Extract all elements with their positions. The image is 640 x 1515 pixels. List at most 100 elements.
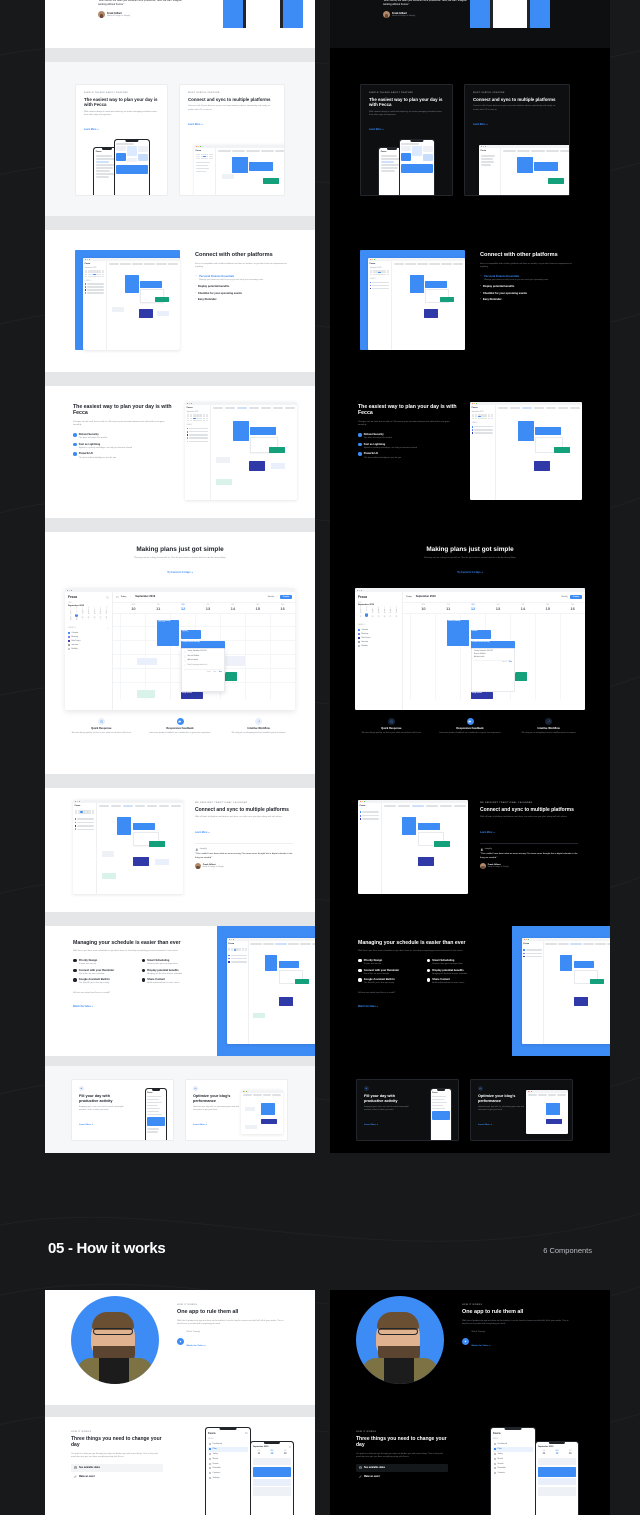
section-divider — [330, 48, 610, 62]
label-item[interactable]: Meetings — [68, 636, 109, 639]
view-selector[interactable]: Weekly — [561, 596, 568, 598]
today-button[interactable]: Today — [121, 596, 127, 598]
create-button[interactable]: Create — [569, 594, 582, 600]
chevron-right-icon: › — [195, 284, 196, 288]
accordion-item[interactable]: › Checklist for your upcoming events — [195, 291, 291, 295]
calendar-icon[interactable] — [245, 1432, 248, 1435]
trial-cta-link[interactable]: Try Fecca for 14 days ➜ — [457, 572, 483, 574]
menu-icon[interactable] — [106, 596, 109, 599]
feature-card[interactable]: Optimize your blog's performance Optimiz… — [185, 1079, 288, 1141]
flow-icon — [255, 718, 263, 725]
feature-card[interactable]: Most Useful Feature Connect and sync to … — [464, 84, 570, 196]
accordion-item[interactable]: ⌄ Personal Finance Essentials Manage you… — [480, 274, 576, 282]
check-icon — [426, 978, 431, 982]
flow-icon — [545, 718, 553, 725]
calendar-app[interactable]: Fecca 2019 September 2019 SMTWTFS 123456… — [355, 588, 585, 710]
learn-more-link[interactable]: Learn More ➜ — [188, 124, 203, 126]
make-event-button[interactable]: Make an event — [356, 1473, 448, 1481]
learn-more-link[interactable]: Learn More ➜ — [195, 832, 210, 834]
cta-sub[interactable]: Watch the Video ➜ — [471, 1345, 490, 1347]
calendar-event[interactable]: Weekly Standup — [447, 619, 469, 646]
learn-more-link[interactable]: Learn More ➜ — [84, 129, 99, 131]
accordion-item[interactable]: › Checklist for your upcoming events — [480, 291, 576, 295]
cancel-button[interactable]: Cancel — [206, 672, 210, 673]
save-button[interactable]: Save — [509, 662, 512, 663]
label-item[interactable]: Calendar — [358, 628, 399, 631]
calendar-event[interactable] — [137, 689, 155, 698]
more-button[interactable]: More — [213, 672, 216, 673]
label-item[interactable]: Meetings — [358, 632, 399, 635]
section-title: One app to rule them all — [177, 1309, 239, 1316]
accordion-item[interactable]: › Display potential benefits — [195, 284, 291, 288]
feature-label: Smart Scheduling — [147, 958, 170, 962]
label-item[interactable]: Interview — [358, 640, 399, 643]
view-selector[interactable]: Weekly — [268, 596, 275, 598]
section-body: Fecca is compatible with all other platf… — [195, 262, 287, 268]
watch-video-button[interactable]: Watch Through Watch the Video ➜ — [462, 1331, 572, 1351]
label-item[interactable]: Side Project — [68, 640, 109, 643]
mini-calendar-month: September 2019 — [471, 411, 484, 413]
label-item[interactable]: Birthday — [68, 648, 109, 651]
chevron-down-icon: ⌄ — [480, 274, 483, 278]
mini-calendar-month: September 2019 — [186, 411, 199, 413]
calendar-event[interactable] — [137, 657, 157, 665]
feature-card[interactable]: Optimize your blog's performance Optimiz… — [470, 1079, 573, 1141]
section-eyebrow: We Reinvent Traditional Calendar — [195, 802, 248, 804]
calendar-event[interactable]: Review 10:00 - 11:00 — [181, 629, 201, 639]
week-nav[interactable]: ‹ › — [129, 596, 131, 598]
learn-more-link[interactable]: Learn More ➜ — [480, 832, 495, 834]
today-button[interactable]: Today — [406, 596, 412, 598]
label-item[interactable]: Side Project — [358, 636, 399, 639]
calendar-event[interactable]: Design Review — [181, 691, 203, 699]
see-dates-button[interactable]: See available dates — [356, 1463, 448, 1472]
learn-more-link[interactable]: Learn More ➜ — [369, 129, 384, 131]
event-popover[interactable]: Sunday, September 15th 2019 Meet our Wor… — [181, 647, 225, 692]
accordion-item[interactable]: ⌄ Personal Finance Essentials Manage you… — [195, 274, 291, 282]
learn-more-link[interactable]: Learn More ➜ — [79, 1124, 93, 1126]
accordion-label: Easy Reminder — [197, 298, 217, 302]
mini-calendar-nav[interactable]: ‹ › — [107, 605, 109, 607]
calendar-event[interactable] — [225, 655, 245, 666]
calendar-app[interactable]: Fecca 2019 September 2019 ‹ › SMTWTFS 12… — [65, 588, 295, 710]
save-button[interactable]: Save — [219, 672, 222, 673]
learn-more-link[interactable]: Learn More ➜ — [473, 124, 488, 126]
watch-video-link[interactable]: Watch the Video ➜ — [358, 1006, 378, 1008]
menu-item[interactable]: Contacts — [493, 1471, 533, 1476]
learn-more-link[interactable]: Learn More ➜ — [364, 1124, 378, 1126]
watch-video-button[interactable]: Watch Through Watch the Video ➜ — [177, 1331, 287, 1351]
feature-label: Robust Security — [363, 432, 384, 436]
add-label-icon[interactable]: + — [108, 627, 109, 630]
watch-video-link[interactable]: Watch the Video ➜ — [73, 1006, 93, 1008]
feature-label: Quick Response — [381, 727, 402, 731]
clock-icon — [97, 718, 105, 725]
accordion-item[interactable]: › Easy Reminder — [480, 297, 576, 301]
event-popover[interactable]: Sunday, September 15th 2019 Meet our Wor… — [471, 647, 515, 692]
label-item[interactable]: Calendar — [68, 632, 109, 635]
cta-sub[interactable]: Watch the Video ➜ — [186, 1345, 205, 1347]
feature-card[interactable]: Fill your day with productive activity E… — [71, 1079, 174, 1141]
menu-item[interactable]: Settings — [208, 1476, 248, 1481]
calendar-event[interactable]: Design Review — [471, 691, 493, 699]
calendar-event[interactable]: Review — [471, 629, 491, 639]
phone-brand: Fecca — [208, 1431, 216, 1435]
create-button[interactable]: Create — [279, 594, 292, 600]
cancel-button[interactable]: Cancel — [502, 662, 506, 663]
calendar-icon[interactable] — [288, 1446, 291, 1448]
learn-more-link[interactable]: Learn More ➜ — [193, 1124, 207, 1126]
calendar-event[interactable]: Weekly Standup 9:00 - 10:00 — [157, 619, 179, 646]
feature-card[interactable]: Most Useful Feature Connect and sync to … — [179, 84, 285, 196]
feature-card[interactable]: Fill your day with productive activity E… — [356, 1079, 459, 1141]
make-event-button[interactable]: Make an event — [71, 1473, 163, 1481]
calendar-screenshot: Fecca — [73, 800, 183, 894]
label-item[interactable]: Interview — [68, 644, 109, 647]
label-item[interactable]: Birthday — [358, 644, 399, 647]
phone-brand: Fecca — [493, 1431, 501, 1435]
trial-cta-link[interactable]: Try Fecca for 14 days ➜ — [167, 572, 193, 574]
feature-card[interactable]: Simple Talked About Feature The easiest … — [75, 84, 168, 196]
feature-card[interactable]: Simple Talked About Feature The easiest … — [360, 84, 453, 196]
learn-more-link[interactable]: Learn More ➜ — [478, 1124, 492, 1126]
testimonial-quote: "This couldn't have been what we were mi… — [195, 853, 293, 859]
see-dates-button[interactable]: See available dates — [71, 1463, 163, 1472]
accordion-item[interactable]: › Easy Reminder — [195, 297, 291, 302]
accordion-item[interactable]: › Display potential benefits — [480, 284, 576, 288]
